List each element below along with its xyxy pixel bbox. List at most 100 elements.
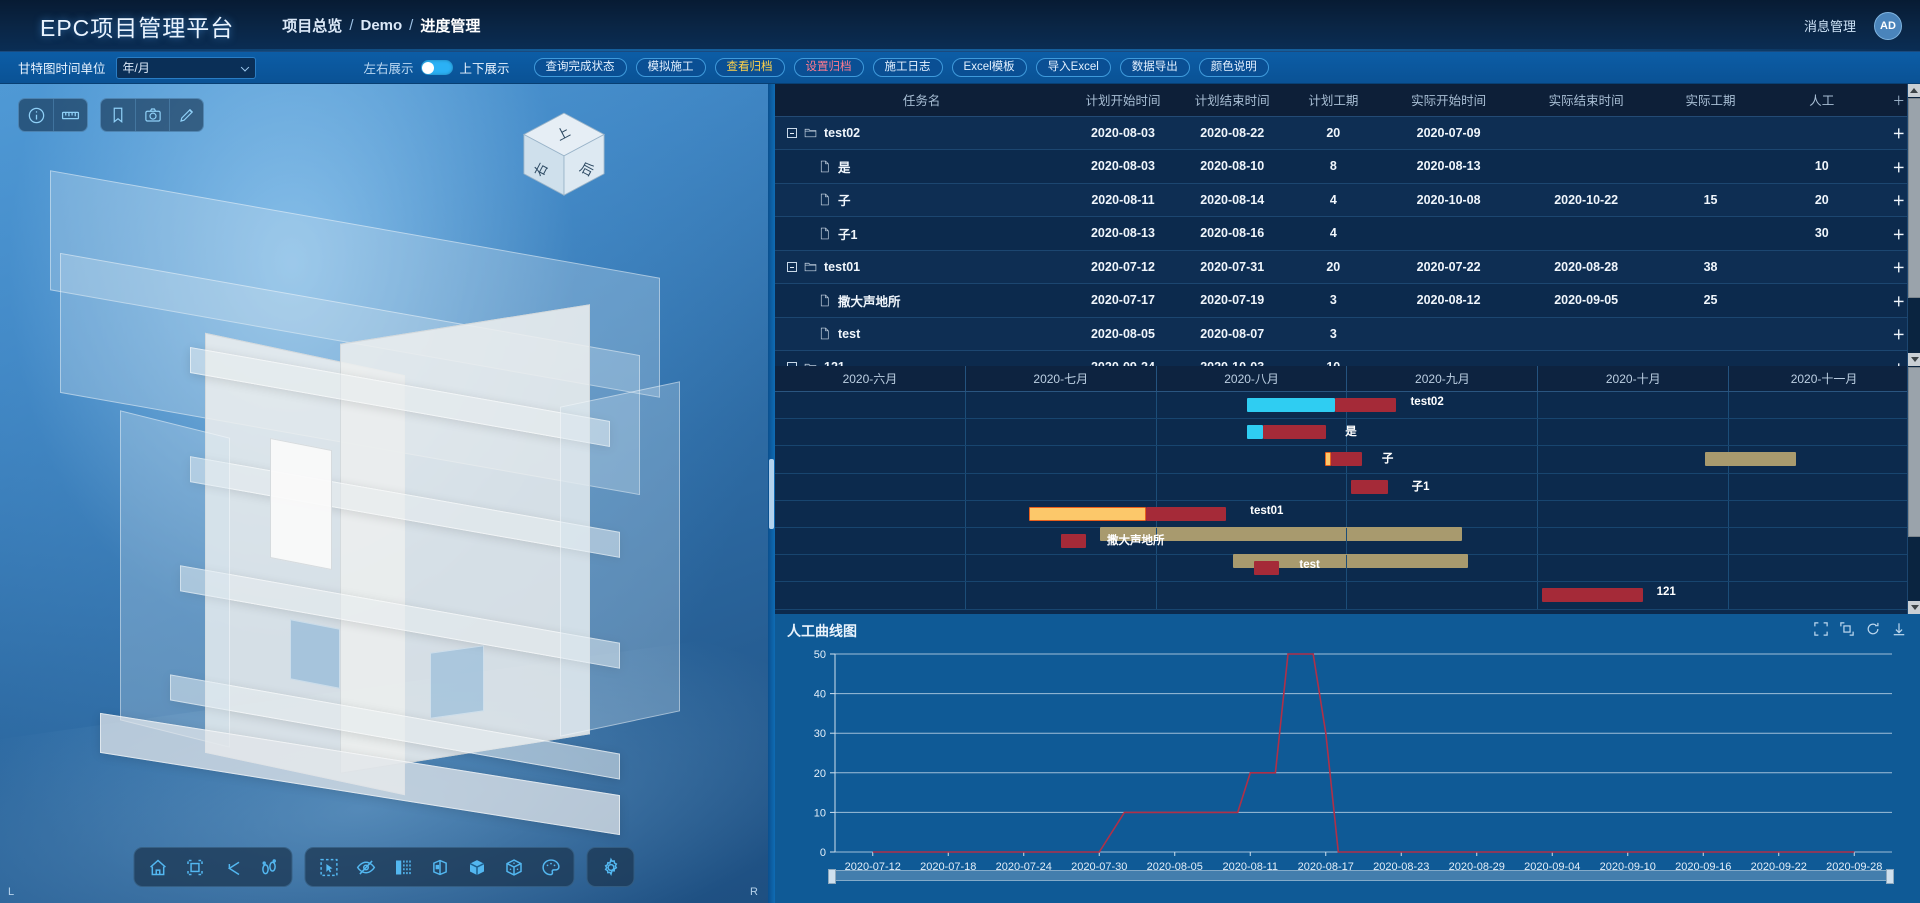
task-name-cell[interactable]: test bbox=[775, 317, 1069, 351]
box-solid-icon[interactable] bbox=[460, 852, 494, 882]
restore-icon[interactable] bbox=[1840, 622, 1854, 636]
actual-end-cell[interactable]: 2020-10-22 bbox=[1517, 183, 1655, 217]
col-actual-end[interactable]: 实际结束时间 bbox=[1517, 84, 1655, 117]
plan-end-cell[interactable]: 2020-07-31 bbox=[1177, 250, 1287, 284]
actual-duration-cell[interactable]: 25 bbox=[1654, 283, 1767, 318]
layout-toggle-switch[interactable] bbox=[420, 60, 453, 75]
hide-eye-icon[interactable] bbox=[349, 852, 383, 882]
fit-frame-icon[interactable] bbox=[178, 852, 212, 882]
export-data-button[interactable]: 数据导出 bbox=[1119, 58, 1190, 77]
plan-start-cell[interactable]: 2020-08-03 bbox=[1068, 116, 1178, 150]
table-row[interactable]: 撒大声地所 2020-07-17 2020-07-19 3 2020-08-12 2020… bbox=[775, 283, 1920, 318]
labor-cell[interactable] bbox=[1766, 250, 1878, 284]
plan-start-cell[interactable]: 2020-07-12 bbox=[1068, 250, 1178, 284]
table-row[interactable]: 是 2020-08-03 2020-08-10 8 2020-08-13 10 ＋ bbox=[775, 149, 1920, 184]
actual-start-cell[interactable] bbox=[1379, 317, 1518, 351]
plan-end-cell[interactable]: 2020-08-10 bbox=[1177, 149, 1287, 184]
table-row[interactable]: test02 2020-08-03 2020-08-22 20 2020-07-09 ＋ bbox=[775, 116, 1920, 150]
actual-end-cell[interactable] bbox=[1517, 116, 1655, 150]
actual-end-cell[interactable] bbox=[1517, 317, 1655, 351]
table-row[interactable]: 子 2020-08-11 2020-08-14 4 2020-10-08 2020-10-… bbox=[775, 183, 1920, 217]
task-scroll-thumb[interactable] bbox=[1908, 98, 1920, 298]
plan-duration-cell[interactable]: 3 bbox=[1286, 317, 1380, 351]
gantt-scrollbar[interactable] bbox=[1907, 366, 1920, 614]
query-completion-status-button[interactable]: 查询完成状态 bbox=[533, 58, 627, 77]
gantt-bar-red[interactable] bbox=[1350, 479, 1388, 494]
gear-icon[interactable] bbox=[594, 852, 628, 882]
datazoom-handle-left[interactable] bbox=[828, 869, 836, 884]
gantt-row[interactable]: test02 bbox=[775, 392, 1920, 420]
col-plan-end[interactable]: 计划结束时间 bbox=[1177, 84, 1287, 117]
excel-template-button[interactable]: Excel模板 bbox=[951, 58, 1027, 77]
plan-start-cell[interactable]: 2020-08-03 bbox=[1068, 149, 1178, 184]
actual-duration-cell[interactable] bbox=[1654, 216, 1767, 251]
gantt-row[interactable]: 撒大声地所 bbox=[775, 527, 1920, 568]
task-name-cell[interactable]: 撒大声地所 bbox=[775, 283, 1069, 318]
labor-cell[interactable]: 20 bbox=[1766, 183, 1878, 217]
gantt-bar-cyan[interactable] bbox=[1246, 425, 1263, 440]
download-icon[interactable] bbox=[1892, 622, 1906, 636]
gantt-bar-khaki[interactable] bbox=[1704, 452, 1797, 467]
actual-start-cell[interactable]: 2020-07-22 bbox=[1379, 250, 1518, 284]
labor-cell[interactable] bbox=[1766, 116, 1878, 150]
plan-end-cell[interactable]: 2020-08-16 bbox=[1177, 216, 1287, 251]
plan-start-cell[interactable]: 2020-07-17 bbox=[1068, 283, 1178, 318]
task-name-cell[interactable]: test02 bbox=[775, 116, 1069, 150]
gantt-time-unit-select[interactable]: 年/月 bbox=[115, 56, 256, 79]
table-row[interactable]: test01 2020-07-12 2020-07-31 20 2020-07-22 20… bbox=[775, 250, 1920, 284]
col-labor[interactable]: 人工 bbox=[1766, 84, 1878, 117]
labor-cell[interactable]: 10 bbox=[1766, 149, 1878, 184]
tree-collapse-toggle[interactable] bbox=[787, 261, 797, 272]
info-icon[interactable] bbox=[19, 99, 53, 131]
plan-duration-cell[interactable]: 4 bbox=[1286, 183, 1380, 217]
task-name-cell[interactable]: test01 bbox=[775, 250, 1069, 284]
simulate-construction-button[interactable]: 模拟施工 bbox=[635, 58, 706, 77]
pen-icon[interactable] bbox=[169, 99, 203, 131]
gantt-row[interactable]: 是 bbox=[775, 419, 1920, 447]
box-dice-icon[interactable] bbox=[497, 852, 531, 882]
gantt-row[interactable]: test bbox=[775, 555, 1920, 583]
tree-collapse-toggle[interactable] bbox=[787, 127, 797, 138]
box-select-icon[interactable] bbox=[312, 852, 346, 882]
actual-duration-cell[interactable] bbox=[1654, 317, 1767, 351]
model-viewer[interactable]: 上 右 后 L R bbox=[0, 84, 768, 903]
message-center-link[interactable]: 消息管理 bbox=[1804, 16, 1856, 35]
task-name-cell[interactable]: 是 bbox=[775, 149, 1069, 184]
actual-start-cell[interactable]: 2020-08-13 bbox=[1379, 149, 1518, 184]
view-cube[interactable]: 上 右 后 bbox=[515, 106, 613, 204]
gantt-bar-red[interactable] bbox=[1145, 506, 1227, 521]
undo-arrow-icon[interactable] bbox=[215, 852, 249, 882]
actual-start-cell[interactable] bbox=[1379, 216, 1518, 251]
gantt-bar-cyan[interactable] bbox=[1246, 398, 1335, 412]
actual-start-cell[interactable]: 2020-10-08 bbox=[1379, 183, 1518, 217]
gantt-bar-red[interactable] bbox=[1331, 452, 1363, 467]
plan-end-cell[interactable]: 2020-07-19 bbox=[1177, 283, 1287, 318]
gantt-row[interactable]: 子 bbox=[775, 446, 1920, 474]
col-task-name[interactable]: 任务名 bbox=[775, 84, 1069, 117]
plan-duration-cell[interactable]: 20 bbox=[1286, 250, 1380, 284]
palette-icon[interactable] bbox=[534, 852, 568, 882]
plan-duration-cell[interactable]: 4 bbox=[1286, 216, 1380, 251]
gantt-row[interactable]: test01 bbox=[775, 500, 1920, 541]
actual-end-cell[interactable] bbox=[1517, 216, 1655, 251]
gantt-bar-orange[interactable] bbox=[1324, 452, 1332, 467]
plan-end-cell[interactable]: 2020-08-22 bbox=[1177, 116, 1287, 150]
actual-duration-cell[interactable] bbox=[1654, 149, 1767, 184]
gantt-row[interactable]: 子1 bbox=[775, 473, 1920, 501]
plan-duration-cell[interactable]: 8 bbox=[1286, 149, 1380, 184]
task-scroll-up-button[interactable] bbox=[1908, 84, 1920, 97]
actual-start-cell[interactable]: 2020-07-09 bbox=[1379, 116, 1518, 150]
gantt-scroll-thumb[interactable] bbox=[1908, 367, 1920, 537]
gantt-bar-red[interactable] bbox=[1334, 398, 1396, 412]
labor-cell[interactable] bbox=[1766, 283, 1878, 318]
box-open-icon[interactable] bbox=[423, 852, 457, 882]
col-actual-duration[interactable]: 实际工期 bbox=[1654, 84, 1767, 117]
gantt-scroll-down-button[interactable] bbox=[1908, 601, 1920, 614]
set-archive-button[interactable]: 设置归档 bbox=[793, 58, 864, 77]
chart-datazoom-slider[interactable] bbox=[828, 869, 1894, 884]
view-archive-button[interactable]: 查看归档 bbox=[714, 58, 785, 77]
walk-footsteps-icon[interactable] bbox=[252, 852, 286, 882]
task-table-scrollbar[interactable] bbox=[1907, 84, 1920, 366]
task-name-cell[interactable]: 子 bbox=[775, 183, 1069, 217]
labor-cell[interactable] bbox=[1766, 317, 1878, 351]
